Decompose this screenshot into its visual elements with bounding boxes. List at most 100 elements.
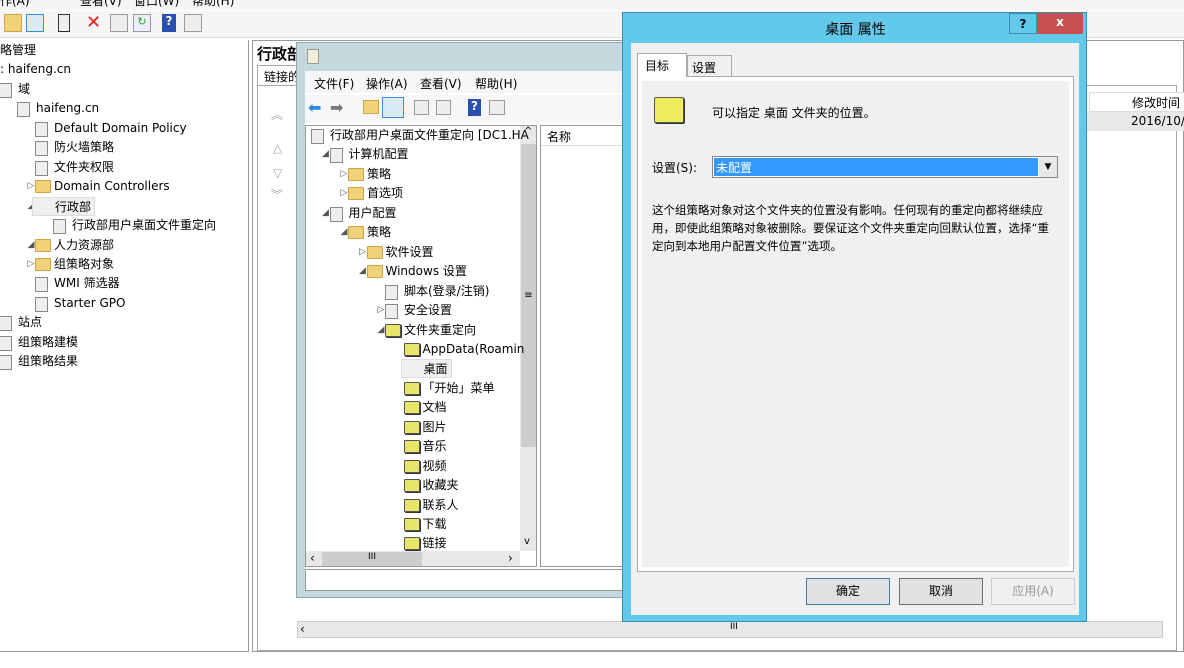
- up-folder-icon[interactable]: [363, 100, 379, 114]
- action-pane-icon[interactable]: [489, 100, 505, 115]
- menu-action[interactable]: 作(A): [0, 0, 30, 9]
- menu-window[interactable]: 窗口(W): [134, 0, 179, 9]
- editor-toolbar: ⬅ ➡ ?: [305, 95, 645, 123]
- tree-item[interactable]: 收藏夹: [423, 476, 459, 495]
- menu-view[interactable]: 查看(V): [80, 0, 122, 9]
- tree-item[interactable]: 联系人: [423, 496, 459, 515]
- redirect-folder-icon: [403, 342, 420, 356]
- scroll-thumb[interactable]: ≡: [521, 144, 536, 447]
- collapse-all-icon[interactable]: ︽: [271, 109, 283, 121]
- up-folder-icon[interactable]: [4, 14, 22, 32]
- back-icon[interactable]: ⬅: [308, 98, 321, 117]
- tree-item[interactable]: WMI 筛选器: [54, 274, 120, 293]
- scroll-left-arrow[interactable]: ‹: [300, 622, 305, 636]
- scroll-down-arrow[interactable]: v: [524, 536, 530, 547]
- tree-item[interactable]: 人力资源部: [54, 236, 114, 255]
- tree-item[interactable]: 「开始」菜单: [423, 379, 495, 398]
- vertical-scrollbar[interactable]: ^ ≡ v: [520, 126, 536, 551]
- tree-item[interactable]: 略管理: [0, 41, 36, 60]
- user-icon: [329, 206, 343, 222]
- tree-item[interactable]: 行政部用户桌面文件重定向: [72, 216, 216, 235]
- tree-item[interactable]: Default Domain Policy: [54, 119, 187, 138]
- menu-view[interactable]: 查看(V): [420, 75, 462, 92]
- tree-item[interactable]: 策略: [367, 165, 391, 184]
- help-icon[interactable]: ?: [468, 99, 481, 116]
- tree-item[interactable]: 首选项: [367, 184, 403, 203]
- tree-horizontal-scrollbar[interactable]: ‹ III ›: [306, 551, 520, 566]
- tree-item[interactable]: 链接: [423, 534, 447, 553]
- list-row[interactable]: 2016/10/1: [1087, 112, 1184, 131]
- chevron-down-icon[interactable]: ▼: [1039, 157, 1057, 177]
- tree-item[interactable]: 行政部用户桌面文件重定向 [DC1.HA: [330, 126, 529, 145]
- redirect-folder-icon: [403, 420, 420, 434]
- tree-item[interactable]: 安全设置: [404, 301, 452, 320]
- tree-item[interactable]: 脚本(登录/注销): [404, 282, 489, 301]
- column-header-modified[interactable]: 修改时间: [1089, 92, 1184, 112]
- tree-item[interactable]: 组策略结果: [18, 352, 78, 371]
- move-down-icon[interactable]: ▽: [273, 166, 282, 180]
- tree-item[interactable]: : haifeng.cn: [0, 60, 71, 79]
- tree-item[interactable]: 视频: [423, 457, 447, 476]
- editor-menu-bar: 文件(F) 操作(A) 查看(V) 帮助(H): [305, 71, 645, 93]
- scroll-thumb[interactable]: III: [322, 552, 422, 566]
- action-pane-icon[interactable]: [184, 14, 202, 32]
- help-icon[interactable]: ?: [162, 14, 176, 32]
- tree-item[interactable]: 策略: [367, 223, 391, 242]
- console-tree-pane: 略管理: haifeng.cn 域 haifeng.cn Default Domain…: [0, 40, 249, 652]
- close-button[interactable]: x: [1037, 13, 1083, 34]
- cancel-button[interactable]: 取消: [899, 578, 983, 605]
- tab-target[interactable]: 目标: [637, 53, 687, 77]
- show-hide-tree-icon[interactable]: [382, 97, 404, 118]
- tree-item[interactable]: 组策略对象: [54, 255, 114, 274]
- folder-icon: [654, 97, 684, 123]
- properties-dialog: 桌面 属性 ? x 目标 设置 可以指定 桌面 文件夹的位置。 设置(S): 未…: [622, 12, 1087, 622]
- scroll-thumb-grip[interactable]: III: [730, 622, 738, 632]
- tab-settings[interactable]: 设置: [687, 55, 732, 76]
- expand-all-icon[interactable]: ︾: [271, 189, 283, 201]
- properties-icon[interactable]: [110, 14, 128, 32]
- redirect-folder-icon: [385, 323, 401, 337]
- help-button[interactable]: ?: [1009, 13, 1037, 34]
- setting-select[interactable]: 未配置 ▼: [712, 156, 1058, 178]
- menu-file[interactable]: 文件(F): [314, 75, 354, 92]
- forward-icon[interactable]: ➡: [330, 98, 343, 117]
- delete-icon[interactable]: ✕: [86, 12, 104, 33]
- tree-item[interactable]: Windows 设置: [386, 262, 467, 281]
- tree-item[interactable]: 桌面: [400, 359, 452, 379]
- properties-icon[interactable]: [414, 100, 429, 115]
- tree-item[interactable]: Domain Controllers: [54, 177, 170, 196]
- tree-item[interactable]: 音乐: [423, 437, 447, 456]
- tree-item[interactable]: 行政部: [32, 196, 96, 216]
- tree-item[interactable]: 防火墙策略: [54, 138, 114, 157]
- ok-button[interactable]: 确定: [806, 578, 890, 605]
- export-list-icon[interactable]: [436, 100, 451, 115]
- move-up-icon[interactable]: △: [273, 141, 282, 155]
- tree-item[interactable]: 用户配置: [349, 204, 397, 223]
- tree-item[interactable]: 组策略建模: [18, 333, 78, 352]
- tree-item[interactable]: 文档: [423, 398, 447, 417]
- menu-action[interactable]: 操作(A): [366, 75, 408, 92]
- tree-item[interactable]: 软件设置: [386, 243, 434, 262]
- ou-icon: [35, 180, 51, 194]
- tree-item[interactable]: haifeng.cn: [36, 99, 99, 118]
- tree-item[interactable]: AppData(Roamin: [423, 340, 525, 359]
- clipboard-icon[interactable]: [58, 14, 70, 32]
- scroll-right-arrow[interactable]: ›: [508, 551, 513, 565]
- apply-button[interactable]: 应用(A): [991, 578, 1075, 605]
- horizontal-scrollbar[interactable]: ‹ III: [297, 621, 1163, 638]
- tree-item[interactable]: 下载: [423, 515, 447, 534]
- menu-help[interactable]: 帮助(H): [475, 75, 517, 92]
- show-hide-tree-icon[interactable]: [26, 14, 44, 32]
- folder-icon: [366, 265, 383, 279]
- tree-item[interactable]: 图片: [423, 418, 447, 437]
- tree-item[interactable]: 站点: [18, 313, 42, 332]
- tree-item[interactable]: 文件夹权限: [54, 158, 114, 177]
- gpo-icon: [311, 129, 324, 144]
- scroll-left-arrow[interactable]: ‹: [310, 551, 315, 565]
- menu-help[interactable]: 帮助(H): [192, 0, 234, 9]
- tree-item[interactable]: 文件夹重定向: [404, 321, 476, 340]
- tree-item[interactable]: 域: [18, 80, 30, 99]
- tree-item[interactable]: 计算机配置: [349, 145, 409, 164]
- refresh-icon[interactable]: ↻: [133, 14, 151, 32]
- tree-item[interactable]: Starter GPO: [54, 294, 125, 313]
